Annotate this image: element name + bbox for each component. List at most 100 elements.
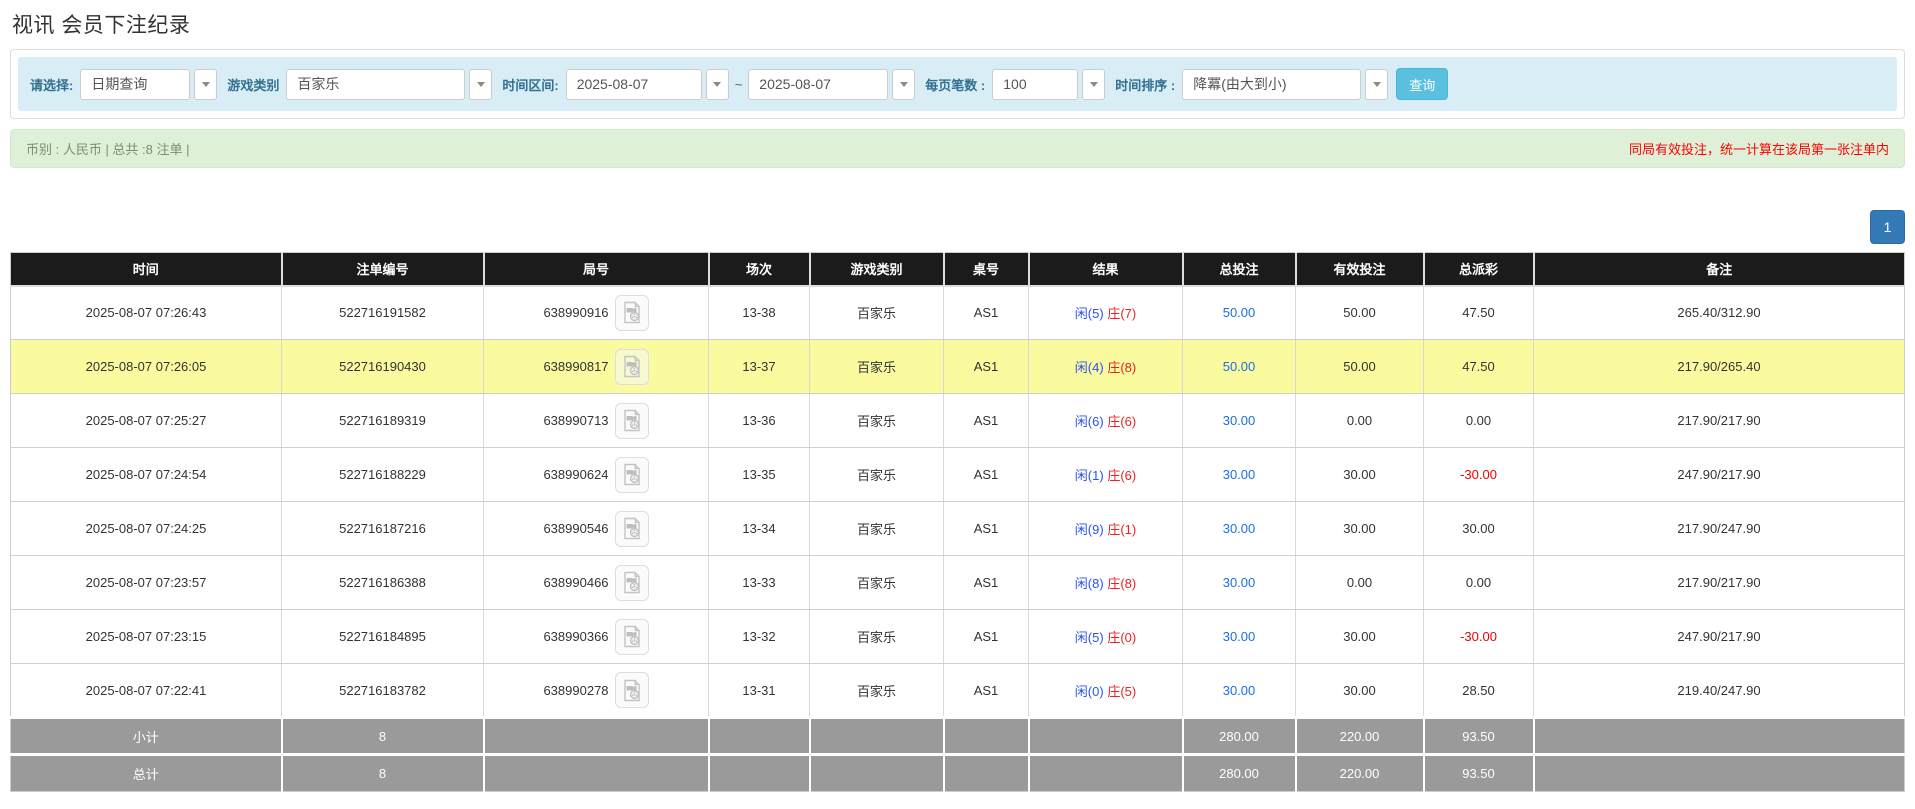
cell-session: 13-32 [709, 610, 810, 664]
footer-empty [1029, 718, 1183, 755]
table-row[interactable]: 2025-08-07 07:24:25522716187216638990546… [11, 502, 1905, 556]
cell-table-no: AS1 [944, 286, 1029, 340]
video-replay-icon [622, 517, 642, 540]
cell-round-id: 638990916 [484, 286, 709, 340]
video-replay-button[interactable] [615, 565, 649, 601]
total-bet-link[interactable]: 30.00 [1223, 521, 1256, 536]
cell-remark: 217.90/217.90 [1534, 394, 1905, 448]
total-bet-link[interactable]: 30.00 [1223, 683, 1256, 698]
date-from-select-arrow[interactable] [706, 69, 729, 100]
cell-session: 13-34 [709, 502, 810, 556]
cell-result: 闲(5) 庄(7) [1029, 286, 1183, 340]
column-header-7: 结果 [1029, 253, 1183, 286]
total-bet-link[interactable]: 30.00 [1223, 467, 1256, 482]
game-type-select-arrow[interactable] [469, 69, 492, 100]
video-replay-icon [622, 571, 642, 594]
cell-bet-id: 522716187216 [282, 502, 484, 556]
cell-bet-id: 522716189319 [282, 394, 484, 448]
footer-empty [1534, 718, 1905, 755]
cell-valid-bet: 50.00 [1296, 340, 1424, 394]
total-bet-link[interactable]: 30.00 [1223, 629, 1256, 644]
cell-game-type: 百家乐 [810, 610, 944, 664]
cell-remark: 247.90/217.90 [1534, 610, 1905, 664]
result-banker: 庄(0) [1107, 630, 1136, 645]
date-from-value: 2025-08-07 [577, 76, 649, 92]
page-size-select-arrow[interactable] [1082, 69, 1105, 100]
video-replay-button[interactable] [615, 672, 649, 708]
cell-result: 闲(6) 庄(6) [1029, 394, 1183, 448]
time-sort-select-arrow[interactable] [1365, 69, 1388, 100]
cell-time: 2025-08-07 07:25:27 [11, 394, 282, 448]
footer-count: 8 [282, 718, 484, 755]
cell-payout: 30.00 [1424, 502, 1534, 556]
date-to-select-arrow[interactable] [892, 69, 915, 100]
column-header-4: 场次 [709, 253, 810, 286]
video-replay-icon [622, 625, 642, 648]
video-replay-icon [622, 409, 642, 432]
round-id-text: 638990278 [543, 683, 608, 698]
video-replay-button[interactable] [615, 403, 649, 439]
query-type-select-arrow[interactable] [194, 69, 217, 100]
cell-total-bet: 30.00 [1183, 556, 1296, 610]
cell-bet-id: 522716186388 [282, 556, 484, 610]
footer-payout: 93.50 [1424, 718, 1534, 755]
table-row[interactable]: 2025-08-07 07:26:05522716190430638990817… [11, 340, 1905, 394]
total-bet-link[interactable]: 30.00 [1223, 575, 1256, 590]
video-replay-button[interactable] [615, 619, 649, 655]
table-row[interactable]: 2025-08-07 07:24:54522716188229 638990624… [11, 448, 1905, 502]
video-replay-button[interactable] [615, 295, 649, 331]
cell-payout: 47.50 [1424, 340, 1534, 394]
cell-time: 2025-08-07 07:22:41 [11, 664, 282, 718]
total-bet-link[interactable]: 50.00 [1223, 305, 1256, 320]
page-size-select[interactable]: 100 [992, 69, 1078, 100]
result-player: 闲(8) [1075, 576, 1104, 591]
cell-session: 13-35 [709, 448, 810, 502]
result-player: 闲(5) [1075, 306, 1104, 321]
table-row[interactable]: 2025-08-07 07:22:41522716183782638990278… [11, 664, 1905, 718]
date-from-select[interactable]: 2025-08-07 [566, 69, 702, 100]
cell-table-no: AS1 [944, 556, 1029, 610]
date-to-select[interactable]: 2025-08-07 [748, 69, 888, 100]
cell-payout: -30.00 [1424, 448, 1534, 502]
footer-empty [944, 718, 1029, 755]
cell-time: 2025-08-07 07:26:43 [11, 286, 282, 340]
cell-valid-bet: 30.00 [1296, 610, 1424, 664]
search-button[interactable]: 查询 [1396, 68, 1448, 100]
cell-table-no: AS1 [944, 448, 1029, 502]
cell-payout: 28.50 [1424, 664, 1534, 718]
result-player: 闲(1) [1075, 468, 1104, 483]
currency-total-text: 币别 : 人民币 | 总共 :8 注单 | [26, 139, 190, 158]
round-id-wrap: 638990278 [543, 672, 648, 708]
table-row[interactable]: 2025-08-07 07:23:57522716186388638990466… [11, 556, 1905, 610]
time-sort-select[interactable]: 降冪(由大到小) [1182, 69, 1361, 100]
table-row[interactable]: 2025-08-07 07:23:15522716184895638990366… [11, 610, 1905, 664]
query-type-select[interactable]: 日期查询 [80, 69, 190, 100]
cell-total-bet: 50.00 [1183, 340, 1296, 394]
page-1-button[interactable]: 1 [1870, 210, 1905, 244]
game-type-select[interactable]: 百家乐 [286, 69, 465, 100]
round-id-text: 638990916 [543, 305, 608, 320]
filter-label-query-type: 请选择: [30, 75, 73, 94]
cell-bet-id: 522716188229 [282, 448, 484, 502]
cell-remark: 217.90/247.90 [1534, 502, 1905, 556]
table-row[interactable]: 2025-08-07 07:26:43522716191582638990916… [11, 286, 1905, 340]
total-bet-link[interactable]: 50.00 [1223, 359, 1256, 374]
filter-bar: 请选择: 日期查询 游戏类别 百家乐 时间区间: 2025-08-07 ~ [18, 57, 1897, 111]
footer-label: 总计 [11, 755, 282, 792]
round-id-wrap: 638990713 [543, 403, 648, 439]
round-id-wrap: 638990916 [543, 295, 648, 331]
total-bet-link[interactable]: 30.00 [1223, 413, 1256, 428]
video-replay-button[interactable] [615, 349, 649, 385]
chevron-down-icon [713, 82, 721, 87]
cell-time: 2025-08-07 07:24:54 [11, 448, 282, 502]
result-banker: 庄(6) [1107, 468, 1136, 483]
table-row[interactable]: 2025-08-07 07:25:27522716189319 638990713… [11, 394, 1905, 448]
cell-total-bet: 30.00 [1183, 448, 1296, 502]
cell-game-type: 百家乐 [810, 556, 944, 610]
chevron-down-icon [477, 82, 485, 87]
round-id-wrap: 638990624 [543, 457, 648, 493]
video-replay-button[interactable] [615, 457, 649, 493]
cell-session: 13-36 [709, 394, 810, 448]
cell-game-type: 百家乐 [810, 394, 944, 448]
video-replay-button[interactable] [615, 511, 649, 547]
